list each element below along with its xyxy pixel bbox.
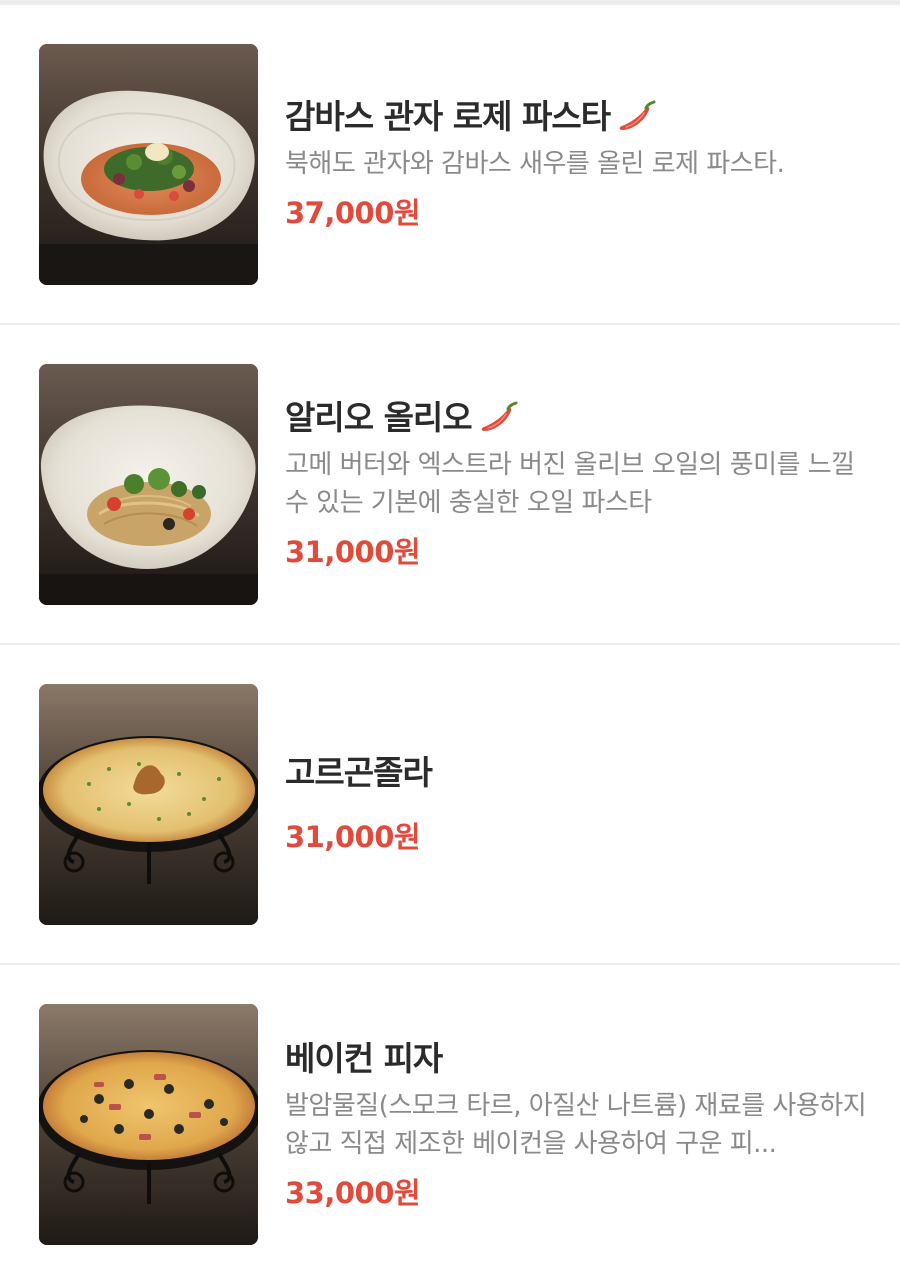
menu-item-name: 베이컨 피자	[285, 1039, 443, 1078]
menu-item-description: 발암물질(스모크 타르, 아질산 나트륨) 재료를 사용하지 않고 직접 제조한…	[285, 1091, 867, 1159]
menu-item-name-row: 알리오 올리오	[285, 396, 872, 440]
menu-item-bacon-pizza[interactable]: 베이컨 피자 발암물질(스모크 타르, 아질산 나트륨) 재료를 사용하지 않고…	[0, 965, 900, 1274]
gorgonzola-pizza-photo	[39, 684, 258, 925]
menu-item-name-row: 감바스 관자 로제 파스타	[285, 95, 872, 139]
menu-item-aglio-olio[interactable]: 알리오 올리오 고메 버터와 엑스트라 버진 올리브 오일의 풍미를 느낄 수 …	[0, 325, 900, 645]
menu-item-description: 고메 버터와 엑스트라 버진 올리브 오일의 풍미를 느낄 수 있는 기본에 충…	[285, 450, 855, 518]
menu-item-price: 31,000원	[285, 820, 421, 854]
menu-item-name-row: 베이컨 피자	[285, 1037, 872, 1081]
menu-item-info: 알리오 올리오 고메 버터와 엑스트라 버진 올리브 오일의 풍미를 느낄 수 …	[285, 325, 872, 643]
menu-item-price: 37,000원	[285, 196, 421, 230]
aglio-olio-photo	[39, 364, 258, 605]
menu-item-name: 알리오 올리오	[285, 398, 473, 437]
menu-item-info: 고르곤졸라 31,000원	[285, 645, 872, 963]
chili-pepper-icon	[480, 401, 520, 435]
menu-item-name: 고르곤졸라	[285, 753, 433, 792]
bacon-pizza-photo	[39, 1004, 258, 1245]
menu-item-info: 베이컨 피자 발암물질(스모크 타르, 아질산 나트륨) 재료를 사용하지 않고…	[285, 965, 872, 1274]
rose-pasta-photo	[39, 44, 258, 285]
menu-item-gorgonzola[interactable]: 고르곤졸라 31,000원	[0, 645, 900, 965]
menu-list: 감바스 관자 로제 파스타 북해도 관자와 감바스 새우를 올린 로제 파스타.…	[0, 5, 900, 1274]
menu-item-price: 31,000원	[285, 535, 421, 569]
menu-item-gambas-rose-pasta[interactable]: 감바스 관자 로제 파스타 북해도 관자와 감바스 새우를 올린 로제 파스타.…	[0, 5, 900, 325]
menu-item-description: 북해도 관자와 감바스 새우를 올린 로제 파스타.	[285, 149, 785, 179]
menu-item-name-row: 고르곤졸라	[285, 751, 872, 795]
menu-item-info: 감바스 관자 로제 파스타 북해도 관자와 감바스 새우를 올린 로제 파스타.…	[285, 5, 872, 323]
menu-item-price: 33,000원	[285, 1176, 421, 1210]
menu-item-name: 감바스 관자 로제 파스타	[285, 97, 611, 136]
chili-pepper-icon	[618, 100, 658, 134]
